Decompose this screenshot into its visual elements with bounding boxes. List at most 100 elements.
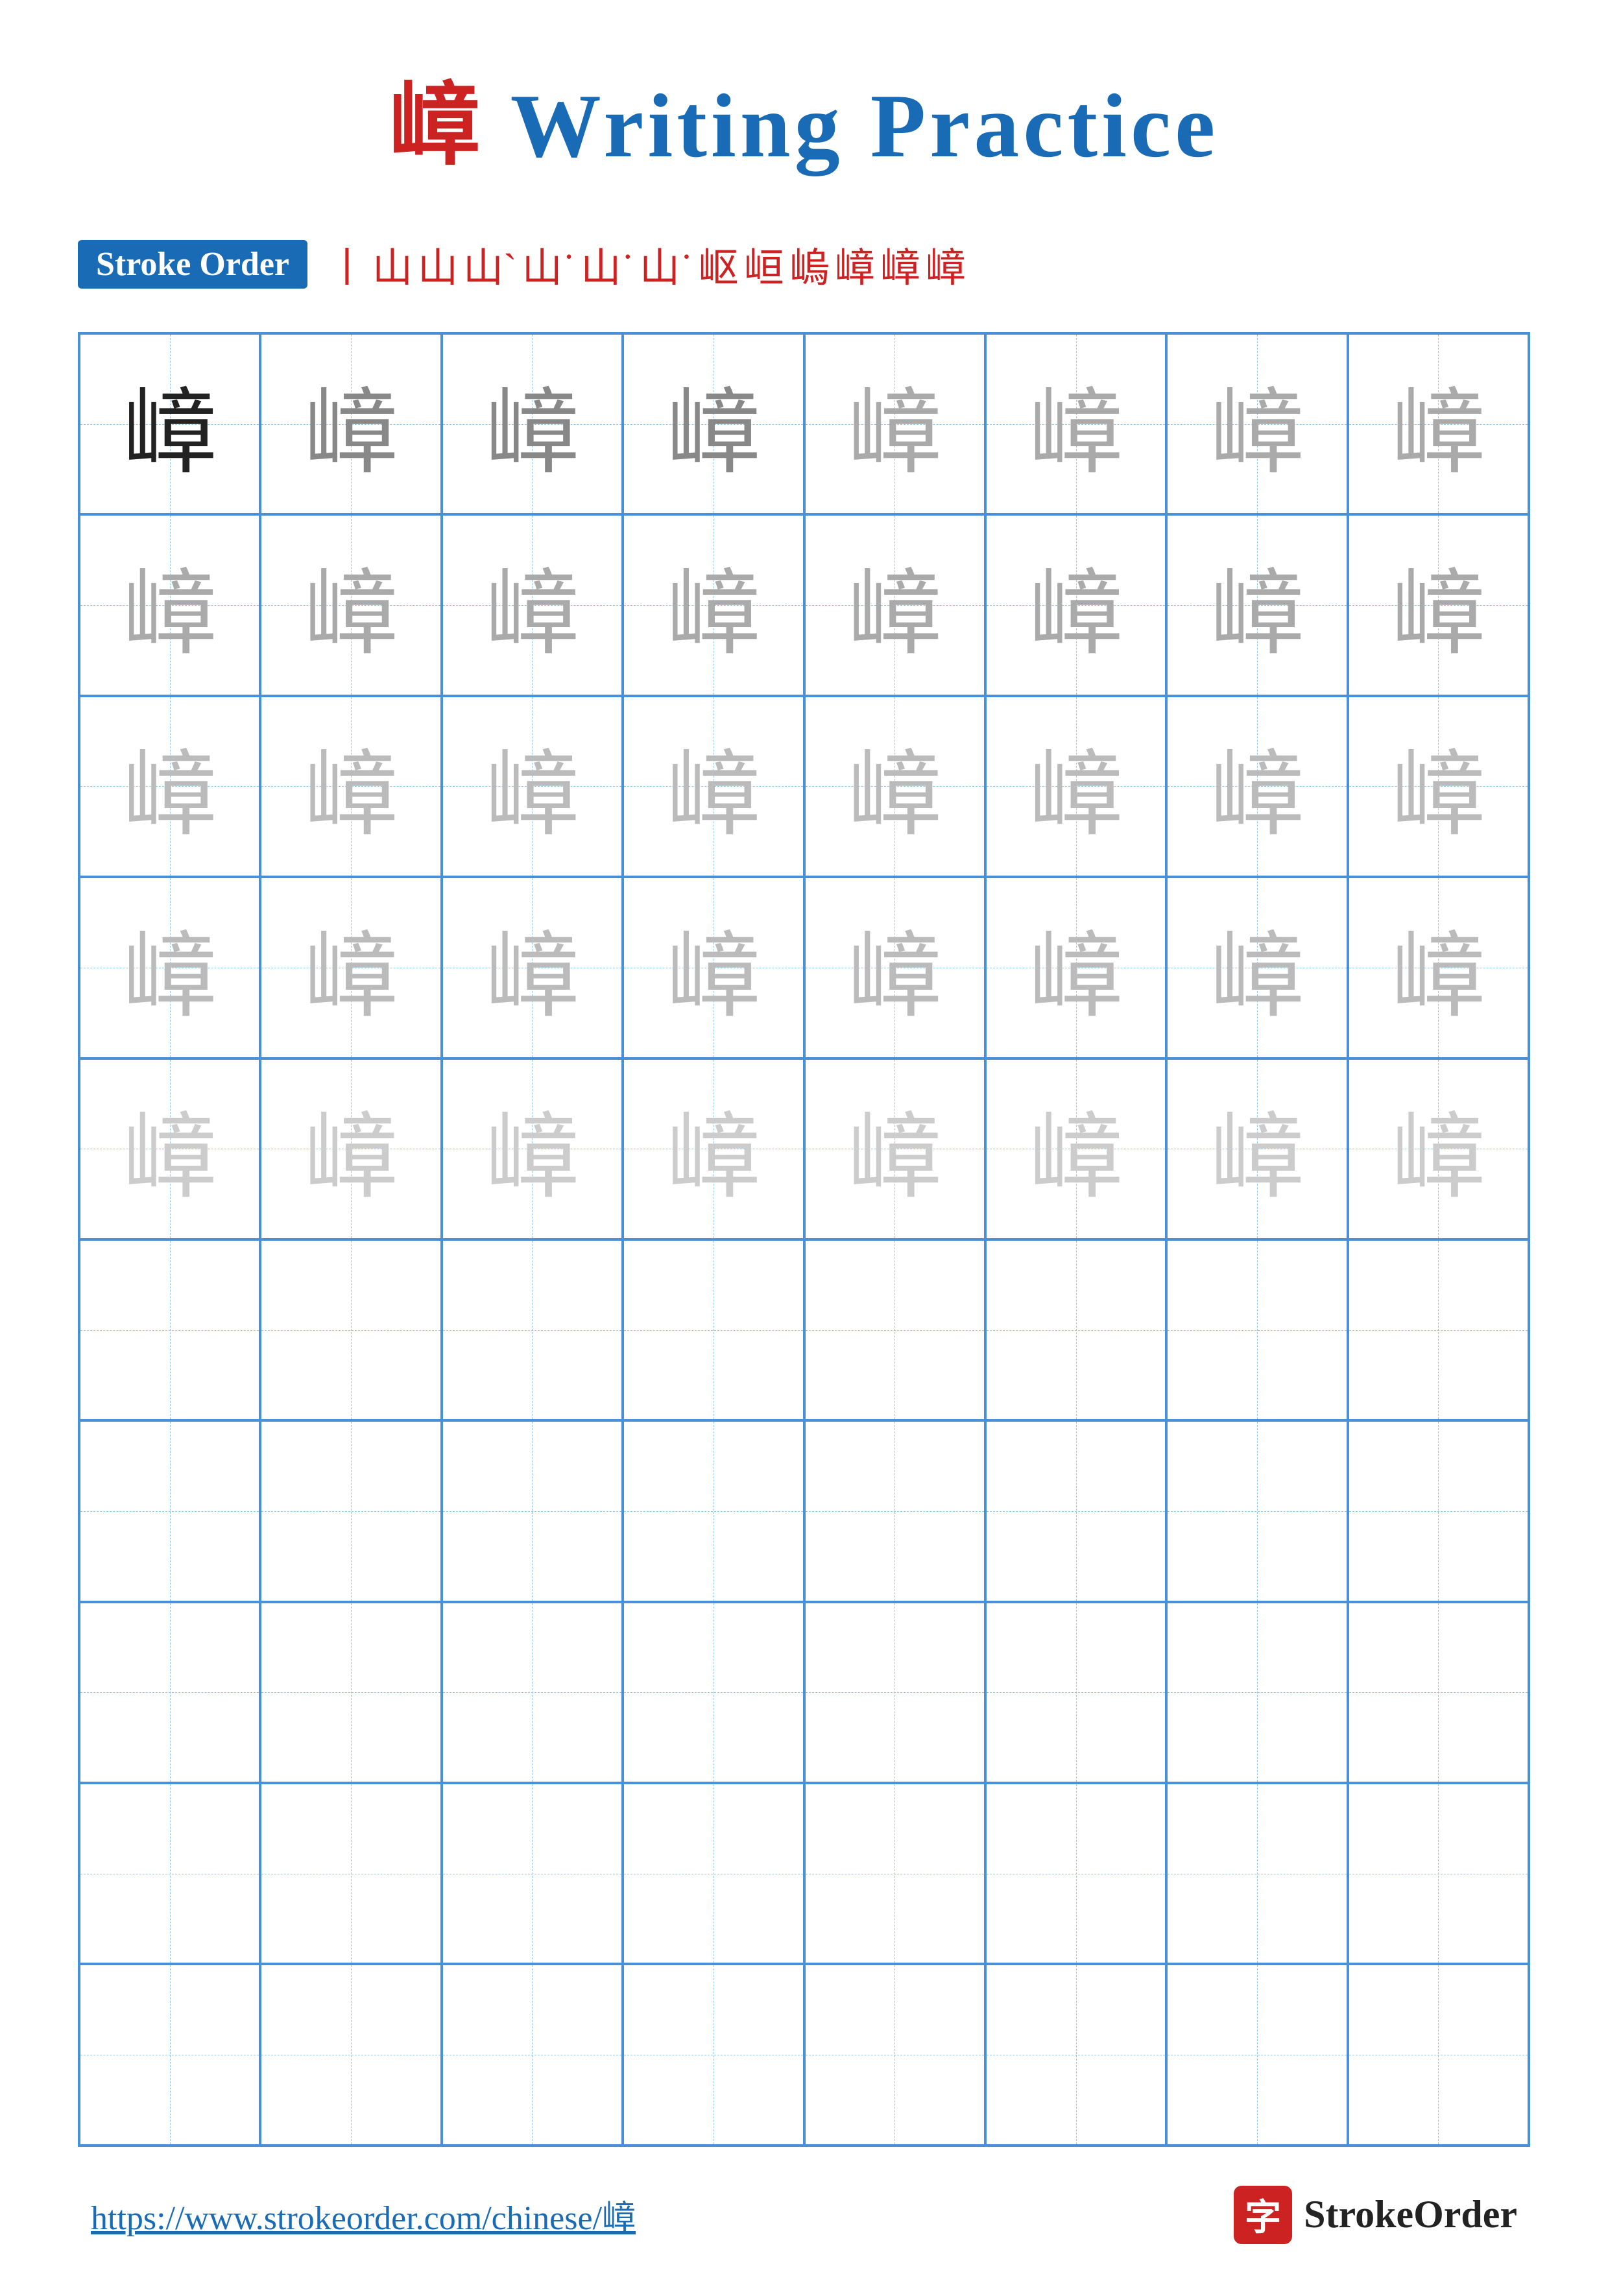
- grid-row: 嶂嶂嶂嶂嶂嶂嶂嶂: [79, 333, 1529, 514]
- cell-character: 嶂: [1210, 900, 1304, 1036]
- footer-url[interactable]: https://www.strokeorder.com/chinese/嶂: [91, 2190, 636, 2239]
- grid-cell[interactable]: 嶂: [623, 514, 804, 695]
- grid-cell[interactable]: 嶂: [79, 333, 260, 514]
- grid-cell[interactable]: 嶂: [985, 1058, 1166, 1239]
- grid-cell[interactable]: 嶂: [804, 877, 985, 1058]
- grid-cell[interactable]: 嶂: [260, 1783, 441, 1964]
- grid-cell[interactable]: 嶂: [442, 1058, 623, 1239]
- grid-cell[interactable]: 嶂: [804, 1602, 985, 1783]
- cell-character: 嶂: [304, 1443, 398, 1579]
- grid-cell[interactable]: 嶂: [260, 514, 441, 695]
- grid-cell[interactable]: 嶂: [442, 1602, 623, 1783]
- cell-character: 嶂: [1391, 1987, 1485, 2123]
- grid-cell[interactable]: 嶂: [804, 696, 985, 877]
- grid-cell[interactable]: 嶂: [985, 514, 1166, 695]
- grid-cell[interactable]: 嶂: [623, 1420, 804, 1601]
- grid-cell[interactable]: 嶂: [79, 1964, 260, 2145]
- grid-cell[interactable]: 嶂: [1348, 1058, 1529, 1239]
- grid-cell[interactable]: 嶂: [623, 696, 804, 877]
- cell-character: 嶂: [848, 718, 942, 854]
- grid-cell[interactable]: 嶂: [985, 1239, 1166, 1420]
- grid-cell[interactable]: 嶂: [442, 877, 623, 1058]
- cell-character: 嶂: [1210, 537, 1304, 673]
- grid-cell[interactable]: 嶂: [260, 877, 441, 1058]
- grid-cell[interactable]: 嶂: [79, 1783, 260, 1964]
- grid-cell[interactable]: 嶂: [1348, 1420, 1529, 1601]
- grid-cell[interactable]: 嶂: [985, 1783, 1166, 1964]
- grid-cell[interactable]: 嶂: [79, 514, 260, 695]
- grid-cell[interactable]: 嶂: [79, 1058, 260, 1239]
- grid-cell[interactable]: 嶂: [1166, 1420, 1347, 1601]
- grid-cell[interactable]: 嶂: [79, 877, 260, 1058]
- grid-cell[interactable]: 嶂: [985, 1420, 1166, 1601]
- grid-cell[interactable]: 嶂: [1348, 1964, 1529, 2145]
- grid-cell[interactable]: 嶂: [804, 333, 985, 514]
- grid-cell[interactable]: 嶂: [1348, 1602, 1529, 1783]
- grid-cell[interactable]: 嶂: [1348, 514, 1529, 695]
- grid-cell[interactable]: 嶂: [79, 1239, 260, 1420]
- grid-cell[interactable]: 嶂: [1348, 333, 1529, 514]
- grid-cell[interactable]: 嶂: [1348, 696, 1529, 877]
- grid-cell[interactable]: 嶂: [985, 877, 1166, 1058]
- grid-cell[interactable]: 嶂: [442, 1964, 623, 2145]
- grid-cell[interactable]: 嶂: [260, 1239, 441, 1420]
- grid-cell[interactable]: 嶂: [623, 1964, 804, 2145]
- grid-cell[interactable]: 嶂: [442, 1783, 623, 1964]
- cell-character: 嶂: [123, 1081, 217, 1217]
- grid-cell[interactable]: 嶂: [260, 1964, 441, 2145]
- grid-cell[interactable]: 嶂: [79, 1420, 260, 1601]
- grid-cell[interactable]: 嶂: [1166, 514, 1347, 695]
- grid-cell[interactable]: 嶂: [804, 1783, 985, 1964]
- grid-cell[interactable]: 嶂: [1166, 1602, 1347, 1783]
- cell-character: 嶂: [123, 900, 217, 1036]
- grid-cell[interactable]: 嶂: [804, 514, 985, 695]
- grid-cell[interactable]: 嶂: [1166, 1783, 1347, 1964]
- stroke-seq-item: 丨: [327, 235, 367, 293]
- grid-cell[interactable]: 嶂: [442, 333, 623, 514]
- cell-character: 嶂: [123, 1624, 217, 1760]
- grid-cell[interactable]: 嶂: [1166, 1964, 1347, 2145]
- grid-cell[interactable]: 嶂: [623, 1239, 804, 1420]
- grid-cell[interactable]: 嶂: [1166, 1058, 1347, 1239]
- grid-cell[interactable]: 嶂: [260, 333, 441, 514]
- grid-cell[interactable]: 嶂: [623, 877, 804, 1058]
- grid-cell[interactable]: 嶂: [1166, 696, 1347, 877]
- grid-cell[interactable]: 嶂: [1348, 1783, 1529, 1964]
- stroke-seq-item: 嶂: [835, 235, 875, 293]
- grid-cell[interactable]: 嶂: [623, 1058, 804, 1239]
- grid-cell[interactable]: 嶂: [1166, 333, 1347, 514]
- grid-cell[interactable]: 嶂: [985, 1602, 1166, 1783]
- grid-cell[interactable]: 嶂: [260, 1058, 441, 1239]
- grid-cell[interactable]: 嶂: [623, 1783, 804, 1964]
- grid-cell[interactable]: 嶂: [1348, 1239, 1529, 1420]
- grid-cell[interactable]: 嶂: [804, 1420, 985, 1601]
- grid-cell[interactable]: 嶂: [1348, 877, 1529, 1058]
- cell-character: 嶂: [1391, 1081, 1485, 1217]
- grid-cell[interactable]: 嶂: [442, 514, 623, 695]
- cell-character: 嶂: [848, 1624, 942, 1760]
- grid-cell[interactable]: 嶂: [1166, 1239, 1347, 1420]
- grid-cell[interactable]: 嶂: [804, 1239, 985, 1420]
- stroke-seq-item: 山`: [463, 235, 517, 293]
- cell-character: 嶂: [1210, 1262, 1304, 1398]
- grid-cell[interactable]: 嶂: [442, 1239, 623, 1420]
- grid-cell[interactable]: 嶂: [442, 1420, 623, 1601]
- grid-cell[interactable]: 嶂: [804, 1964, 985, 2145]
- grid-cell[interactable]: 嶂: [623, 1602, 804, 1783]
- grid-cell[interactable]: 嶂: [260, 1602, 441, 1783]
- grid-cell[interactable]: 嶂: [1166, 877, 1347, 1058]
- grid-cell[interactable]: 嶂: [804, 1058, 985, 1239]
- grid-cell[interactable]: 嶂: [79, 696, 260, 877]
- cell-character: 嶂: [1029, 537, 1123, 673]
- grid-cell[interactable]: 嶂: [985, 1964, 1166, 2145]
- grid-cell[interactable]: 嶂: [260, 696, 441, 877]
- grid-cell[interactable]: 嶂: [442, 696, 623, 877]
- cell-character: 嶂: [848, 1443, 942, 1579]
- grid-row: 嶂嶂嶂嶂嶂嶂嶂嶂: [79, 514, 1529, 695]
- grid-cell[interactable]: 嶂: [985, 333, 1166, 514]
- cell-character: 嶂: [1391, 1624, 1485, 1760]
- grid-cell[interactable]: 嶂: [260, 1420, 441, 1601]
- grid-cell[interactable]: 嶂: [985, 696, 1166, 877]
- grid-cell[interactable]: 嶂: [623, 333, 804, 514]
- grid-cell[interactable]: 嶂: [79, 1602, 260, 1783]
